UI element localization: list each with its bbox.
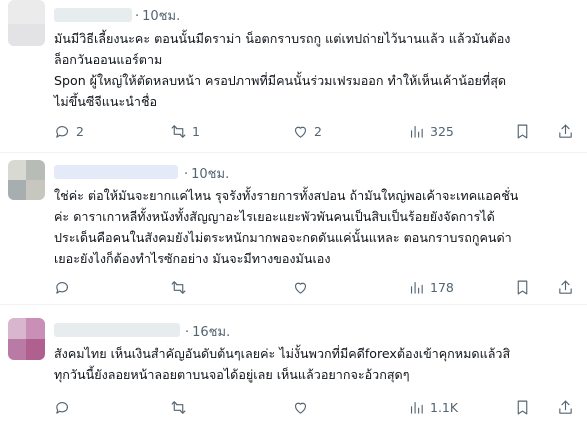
- timestamp-text: 10ชม.: [142, 9, 181, 24]
- like-button[interactable]: [292, 276, 314, 298]
- views-icon: [410, 125, 423, 138]
- separator-dot: ·: [184, 167, 189, 182]
- like-button[interactable]: 2: [292, 120, 322, 142]
- post-text-line: Spon ผู้ใหญ่ให้ตัดหลบหน้า ครอปภาพที่มีคน…: [54, 73, 507, 88]
- reply-icon: [56, 281, 69, 294]
- views-icon: [410, 281, 423, 294]
- views-count: 178: [430, 279, 454, 295]
- repost-button[interactable]: [170, 396, 192, 418]
- bookmark-icon: [517, 124, 528, 138]
- share-button[interactable]: [557, 276, 574, 298]
- like-button[interactable]: [292, 396, 314, 418]
- bookmark-button[interactable]: [514, 396, 531, 418]
- post-text-line: ค่ะ ดาราเกาหลีทั้งหนังทั้งสัญญาอะไรเยอะแ…: [54, 209, 495, 224]
- post-text-line: ทุกวันนี้ยังลอยหน้าลอยตาบนจอได้อยู่เลย เ…: [54, 367, 410, 382]
- views-button[interactable]: 1.1K: [408, 396, 458, 418]
- views-button[interactable]: 178: [408, 276, 454, 298]
- post-text-line: มันมีวิธีเลี้ยงนะคะ ตอนนั้นมีดราม่า น็อต…: [54, 31, 511, 46]
- post-text-line: ไม่ขึ้นซีจีแนะนำชื่อ: [54, 94, 158, 109]
- like-icon: [294, 402, 307, 414]
- share-icon: [559, 280, 572, 294]
- repost-count: 1: [192, 123, 200, 139]
- views-count: 325: [430, 123, 454, 139]
- timestamp[interactable]: · 10ชม.: [135, 5, 180, 26]
- views-count: 1.1K: [430, 399, 459, 415]
- avatar[interactable]: [8, 318, 45, 360]
- post-text: สังคมไทย เห็นเงินสำคัญอันดับต้นๆเลยค่ะ ไ…: [54, 343, 582, 385]
- reply-button[interactable]: [54, 396, 76, 418]
- post-text-line: เยอะยังไงก็ต้องทำไรซักอย่าง มันจะมีทางขอ…: [54, 251, 331, 266]
- share-icon: [559, 124, 572, 138]
- post-text: ใช่ค่ะ ต่อให้มันจะยากแค่ไหน รุจรังทั้งรา…: [54, 185, 582, 269]
- post-2[interactable]: · 10ชม. ใช่ค่ะ ต่อให้มันจะยากแค่ไหน รุจรั…: [0, 153, 587, 304]
- bookmark-button[interactable]: [514, 276, 531, 298]
- reply-count: 2: [76, 123, 84, 139]
- avatar[interactable]: [8, 160, 45, 200]
- like-icon: [294, 282, 307, 294]
- redacted-username[interactable]: [54, 323, 180, 337]
- like-icon: [294, 126, 307, 138]
- views-icon: [410, 401, 423, 414]
- share-icon: [559, 400, 572, 414]
- bookmark-button[interactable]: [514, 120, 531, 142]
- share-button[interactable]: [557, 396, 574, 418]
- avatar[interactable]: [8, 0, 45, 46]
- reply-icon: [56, 125, 69, 138]
- repost-icon: [171, 124, 186, 138]
- post-text-line: ใช่ค่ะ ต่อให้มันจะยากแค่ไหน รุจรังทั้งรา…: [54, 188, 519, 203]
- timestamp-text: 16ชม.: [192, 325, 231, 340]
- reply-icon: [56, 401, 69, 414]
- bookmark-icon: [517, 280, 528, 294]
- timestamp[interactable]: · 16ชม.: [185, 321, 230, 342]
- separator-dot: ·: [185, 325, 190, 340]
- timestamp[interactable]: · 10ชม.: [184, 163, 229, 184]
- reply-button[interactable]: [54, 276, 76, 298]
- repost-button[interactable]: 1: [170, 120, 200, 142]
- bookmark-icon: [517, 400, 528, 414]
- separator-dot: ·: [135, 9, 140, 24]
- action-bar: 1.1K: [54, 396, 584, 418]
- action-bar: 178: [54, 276, 584, 298]
- action-bar: 2 1 2 325: [54, 120, 584, 142]
- post-text-line: ล็อกวันออนแอร์ตาม: [54, 52, 163, 67]
- redacted-username[interactable]: [54, 165, 178, 179]
- repost-icon: [171, 280, 186, 294]
- views-button[interactable]: 325: [408, 120, 454, 142]
- post-1[interactable]: · 10ชม. มันมีวิธีเลี้ยงนะคะ ตอนนั้นมีดราม…: [0, 0, 587, 152]
- post-text-line: สังคมไทย เห็นเงินสำคัญอันดับต้นๆเลยค่ะ ไ…: [54, 346, 511, 361]
- repost-button[interactable]: [170, 276, 192, 298]
- post-text-line: ประเด็นคือคนในสังคมยังไม่ตระหนักมากพอจะก…: [54, 230, 512, 245]
- repost-icon: [171, 400, 186, 414]
- share-button[interactable]: [557, 120, 574, 142]
- redacted-username[interactable]: [54, 8, 132, 22]
- post-3[interactable]: · 16ชม. สังคมไทย เห็นเงินสำคัญอันดับต้นๆเ…: [0, 305, 587, 424]
- post-text: มันมีวิธีเลี้ยงนะคะ ตอนนั้นมีดราม่า น็อต…: [54, 28, 582, 112]
- like-count: 2: [314, 123, 322, 139]
- timestamp-text: 10ชม.: [191, 167, 230, 182]
- reply-button[interactable]: 2: [54, 120, 84, 142]
